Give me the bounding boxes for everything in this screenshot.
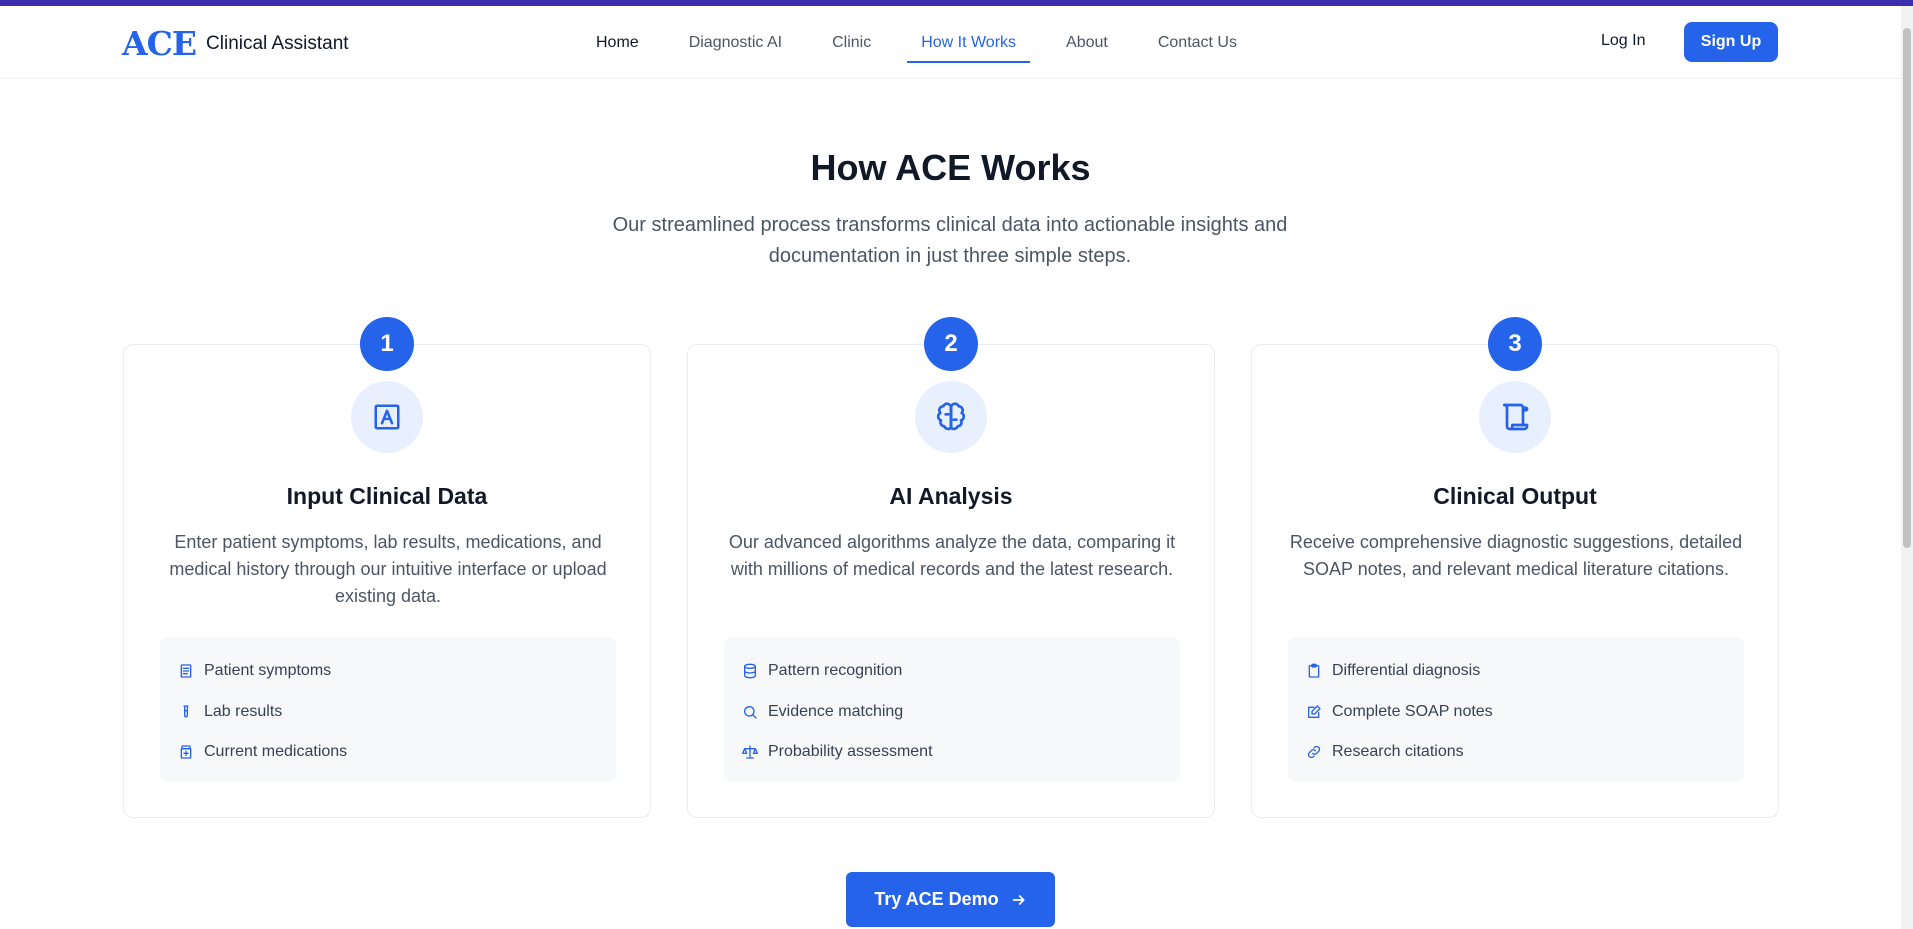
step-number-badge: 2 [924, 317, 978, 371]
main-nav: Home Diagnostic AI Clinic How It Works A… [582, 6, 1273, 79]
nav-about[interactable]: About [1052, 6, 1122, 79]
step-description: Enter patient symptoms, lab results, med… [169, 532, 607, 606]
list-item: Complete SOAP notes [1306, 692, 1726, 733]
list-item: Probability assessment [742, 732, 1162, 773]
feature-label: Research citations [1332, 743, 1464, 761]
brand[interactable]: ACE Clinical Assistant [122, 27, 349, 60]
feature-list: Pattern recognition Evidence matching Pr… [724, 637, 1180, 781]
brand-logo: ACE [122, 24, 197, 63]
section-subtitle: Our streamlined process transforms clini… [612, 214, 1288, 267]
feature-label: Pattern recognition [768, 662, 903, 680]
list-item: Lab results [178, 692, 598, 733]
step-description: Receive comprehensive diagnostic suggest… [1289, 532, 1743, 579]
section-title: How ACE Works [810, 147, 1091, 188]
brain-icon [915, 381, 987, 453]
list-item: Differential diagnosis [1306, 651, 1726, 692]
step-number-badge: 3 [1488, 317, 1542, 371]
clipboard-icon [1308, 663, 1320, 678]
feature-label: Patient symptoms [204, 662, 332, 680]
step-card-input: 1 Input Clinical Data Enter patient symp… [123, 317, 651, 818]
text-input-icon [351, 381, 423, 453]
test-tube-icon [183, 705, 189, 718]
nav-home[interactable]: Home [582, 6, 653, 79]
list-item: Patient symptoms [178, 651, 598, 692]
nav-how-it-works[interactable]: How It Works [907, 6, 1030, 79]
list-item: Evidence matching [742, 692, 1162, 733]
step-title: Input Clinical Data [286, 483, 488, 509]
step-number-badge: 1 [360, 317, 414, 371]
edit-note-icon [1308, 705, 1321, 718]
try-demo-button[interactable]: Try ACE Demo [846, 872, 1055, 927]
document-icon [180, 664, 192, 678]
step-card-analysis: 2 AI Analysis Our advanced algorithms an… [687, 317, 1215, 818]
feature-label: Evidence matching [768, 702, 904, 720]
nav-clinic[interactable]: Clinic [818, 6, 885, 79]
feature-list: Differential diagnosis Complete SOAP not… [1288, 637, 1744, 781]
link-icon [1307, 746, 1321, 759]
feature-label: Differential diagnosis [1332, 662, 1481, 680]
signup-button[interactable]: Sign Up [1684, 22, 1778, 62]
feature-label: Complete SOAP notes [1332, 702, 1493, 720]
scrollbar-thumb[interactable] [1903, 28, 1911, 548]
step-title: AI Analysis [889, 483, 1013, 509]
pill-bottle-icon [180, 745, 192, 759]
list-item: Current medications [178, 732, 598, 773]
step-title: Clinical Output [1433, 483, 1597, 509]
step-description: Our advanced algorithms analyze the data… [728, 532, 1176, 579]
list-item: Pattern recognition [742, 651, 1162, 692]
page-scrollbar[interactable] [1901, 6, 1913, 929]
scroll-icon [1479, 381, 1551, 453]
feature-list: Patient symptoms Lab results Current med… [160, 637, 616, 781]
site-header: ACE Clinical Assistant Home Diagnostic A… [0, 6, 1901, 79]
feature-label: Current medications [204, 743, 348, 761]
scale-icon [742, 745, 758, 759]
feature-label: Probability assessment [768, 743, 933, 761]
feature-label: Lab results [204, 702, 283, 720]
brand-name: Clinical Assistant [206, 32, 349, 54]
search-icon [744, 705, 757, 719]
database-icon [744, 663, 756, 679]
arrow-right-icon [1012, 894, 1025, 905]
nav-diagnostic-ai[interactable]: Diagnostic AI [675, 6, 796, 79]
nav-contact-us[interactable]: Contact Us [1144, 6, 1251, 79]
list-item: Research citations [1306, 732, 1726, 773]
step-card-output: 3 Clinical Output Receive comprehensive … [1251, 317, 1779, 818]
try-demo-label: Try ACE Demo [874, 889, 999, 909]
login-link[interactable]: Log In [1601, 32, 1645, 50]
